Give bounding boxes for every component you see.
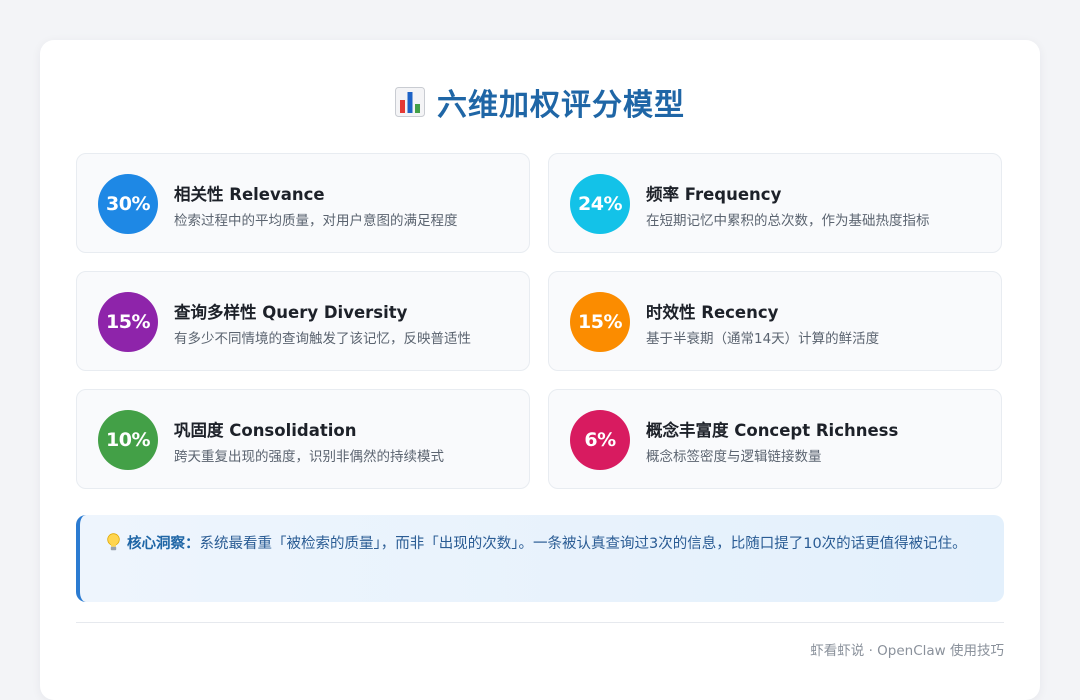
weight-badge: 15% <box>98 292 158 352</box>
page-title-text: 六维加权评分模型 <box>437 88 685 123</box>
metric-name: 概念丰富度 Concept Richness <box>646 421 899 440</box>
metric-description: 检索过程中的平均质量，对用户意图的满足程度 <box>174 213 458 229</box>
insight-text: 系统最看重「被检索的质量」，而非「出现的次数」。一条被认真查询过3次的信息，比随… <box>199 536 967 552</box>
metric-description: 概念标签密度与逻辑链接数量 <box>646 449 822 465</box>
weight-badge: 6% <box>570 410 630 470</box>
metric-name: 查询多样性 Query Diversity <box>174 303 408 322</box>
metric-name: 相关性 Relevance <box>174 185 325 204</box>
metric-description: 基于半衰期（通常14天）计算的鲜活度 <box>646 331 880 347</box>
footer-credit: 虾看虾说 · OpenClaw 使用技巧 <box>810 643 1004 659</box>
lightbulb-icon <box>107 533 120 551</box>
metric-card-recency: 15% 时效性 Recency 基于半衰期（通常14天）计算的鲜活度 <box>548 271 1002 371</box>
bar-chart-icon <box>395 87 425 117</box>
insight-label: 核心洞察： <box>127 536 200 552</box>
metric-card-frequency: 24% 频率 Frequency 在短期记忆中累积的总次数，作为基础热度指标 <box>548 153 1002 253</box>
metric-name: 频率 Frequency <box>646 185 782 204</box>
weight-badge: 15% <box>570 292 630 352</box>
weight-badge: 24% <box>570 174 630 234</box>
weight-badge: 10% <box>98 410 158 470</box>
metric-description: 在短期记忆中累积的总次数，作为基础热度指标 <box>646 213 930 229</box>
content-card: 六维加权评分模型 30% 相关性 Relevance 检索过程中的平均质量，对用… <box>40 40 1040 700</box>
metric-description: 有多少不同情境的查询触发了该记忆，反映普适性 <box>174 331 471 347</box>
metric-card-concept-richness: 6% 概念丰富度 Concept Richness 概念标签密度与逻辑链接数量 <box>548 389 1002 489</box>
insight-box: 核心洞察：系统最看重「被检索的质量」，而非「出现的次数」。一条被认真查询过3次的… <box>76 515 1004 602</box>
metric-card-consolidation: 10% 巩固度 Consolidation 跨天重复出现的强度，识别非偶然的持续… <box>76 389 530 489</box>
divider <box>76 622 1004 623</box>
metric-description: 跨天重复出现的强度，识别非偶然的持续模式 <box>174 449 444 465</box>
metric-name: 时效性 Recency <box>646 303 779 322</box>
page-title: 六维加权评分模型 <box>40 80 1040 124</box>
metric-card-relevance: 30% 相关性 Relevance 检索过程中的平均质量，对用户意图的满足程度 <box>76 153 530 253</box>
metric-card-query-diversity: 15% 查询多样性 Query Diversity 有多少不同情境的查询触发了该… <box>76 271 530 371</box>
metric-name: 巩固度 Consolidation <box>174 421 357 440</box>
weight-badge: 30% <box>98 174 158 234</box>
